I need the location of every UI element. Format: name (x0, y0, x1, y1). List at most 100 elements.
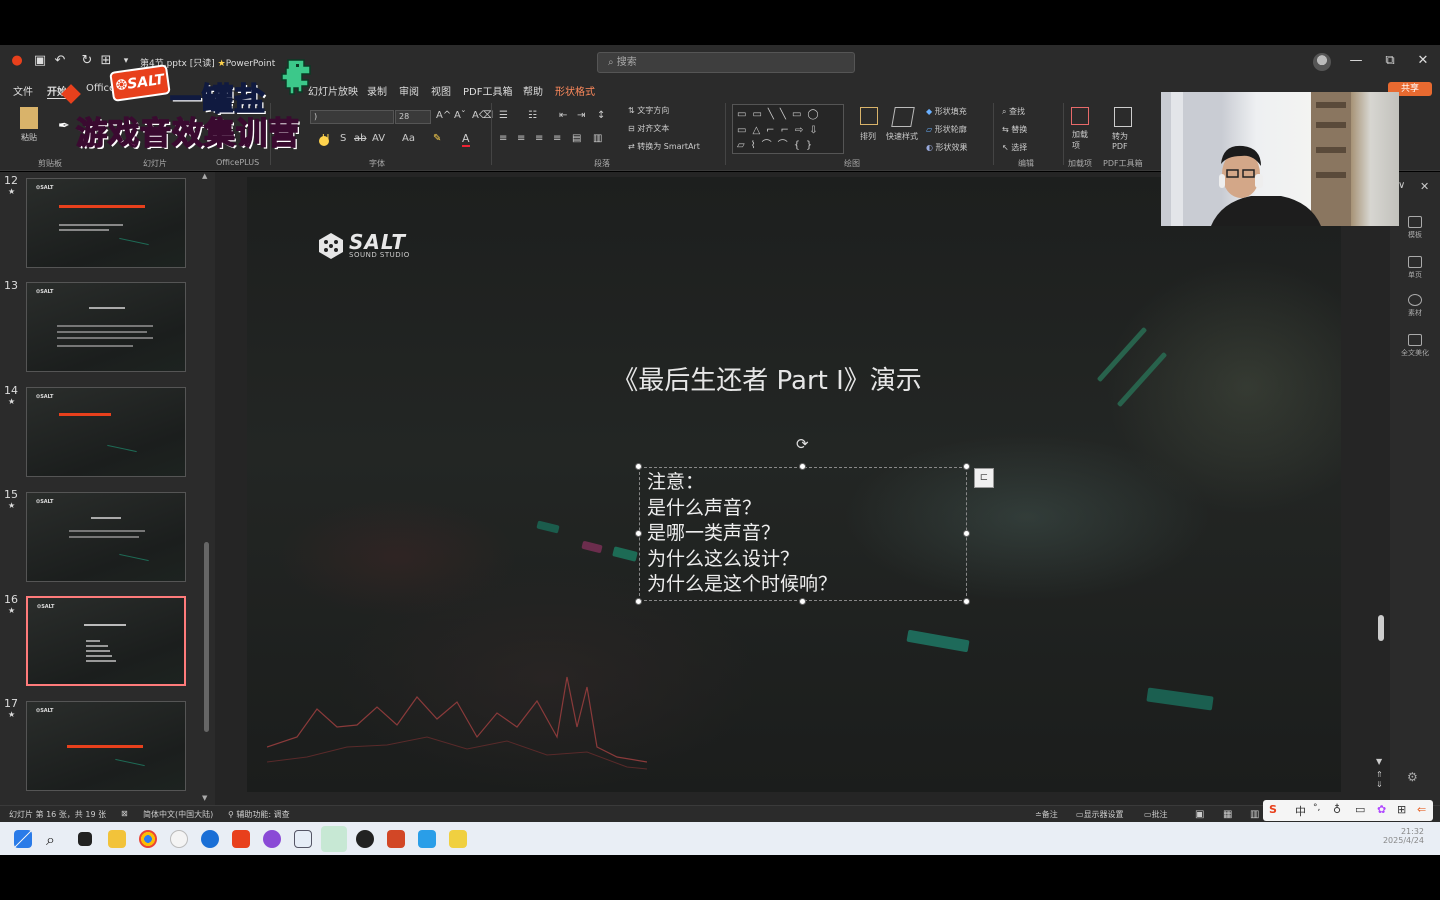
slide-title[interactable]: 《最后生还者 Part I》演示 (247, 360, 1287, 397)
line-spacing-icon[interactable]: ↕ (597, 110, 605, 121)
user-avatar[interactable] (1313, 53, 1331, 71)
app-icon[interactable] (170, 830, 188, 848)
comments-button[interactable]: ▭批注 (1144, 809, 1168, 820)
tab-pdf-toolbox[interactable]: PDF工具箱 (463, 83, 512, 98)
resize-handle[interactable] (963, 463, 970, 470)
text-box-content[interactable]: 注意： 是什么声音？ 是哪一类声音？ 为什么这么设计？ 为什么是这个时候响？ (647, 470, 837, 598)
canvas-scroll-thumb[interactable] (1378, 615, 1384, 641)
quick-styles-icon[interactable] (891, 107, 915, 127)
ime-toolbar[interactable]: S 中 °, ♁ ▭ ✿ ⊞ ⇐ (1263, 800, 1433, 821)
selected-text-box[interactable]: 注意： 是什么声音？ 是哪一类声音？ 为什么这么设计？ 为什么是这个时候响？ (639, 467, 967, 601)
undo-icon[interactable]: ↶ (52, 53, 68, 69)
bullets-icon[interactable]: ☰ (499, 110, 508, 121)
align-center-icon[interactable]: ≡ (517, 133, 525, 144)
present-icon[interactable]: ⊞ (98, 53, 114, 69)
search-icon[interactable]: ⌕ (46, 830, 64, 849)
scroll-down-icon[interactable]: ▼ (1376, 757, 1382, 766)
next-slide-icon[interactable]: ⇓ (1376, 780, 1383, 789)
shadow-icon[interactable]: S (340, 133, 346, 144)
skin-icon[interactable]: ✿ (1377, 803, 1386, 816)
tab-help[interactable]: 帮助 (523, 83, 543, 98)
paste-icon[interactable] (20, 107, 38, 129)
increase-indent-icon[interactable]: ⇥ (577, 110, 585, 121)
keyboard-icon[interactable]: ▭ (1355, 803, 1365, 816)
canvas-scrollbar[interactable]: ▼ ⇑ ⇓ (1376, 172, 1386, 805)
paste-button[interactable]: 粘贴 (21, 132, 37, 143)
slide-thumbnail-selected[interactable]: ❂SALT (26, 596, 186, 686)
slide-thumbnail[interactable]: ❂SALT (26, 178, 186, 268)
scroll-up-icon[interactable]: ▲ (202, 172, 207, 180)
shape-outline-button[interactable]: ▱ 形状轮廓 (926, 124, 967, 135)
char-spacing-icon[interactable]: AV (372, 133, 385, 144)
numbering-icon[interactable]: ☷ (528, 110, 537, 121)
tab-record[interactable]: 录制 (367, 83, 387, 98)
resize-handle[interactable] (635, 530, 642, 537)
slide-thumbnail[interactable]: ❂SALT (26, 701, 186, 791)
normal-view-icon[interactable]: ▣ (1195, 809, 1204, 820)
layout-options-icon[interactable]: ⊏ (974, 468, 994, 488)
resize-handle[interactable] (799, 463, 806, 470)
smartart-button[interactable]: ⇄ 转换为 SmartArt (628, 141, 700, 152)
align-left-icon[interactable]: ≡ (499, 133, 507, 144)
panel-item-single-page[interactable]: 单页 (1398, 256, 1432, 280)
wechat-icon[interactable] (321, 826, 347, 852)
shape-effects-button[interactable]: ◐ 形状效果 (926, 142, 968, 153)
chrome-icon[interactable] (139, 830, 157, 848)
reading-view-icon[interactable]: ▥ (1250, 809, 1259, 820)
powerpoint-taskbar-icon[interactable] (387, 830, 405, 848)
language-status[interactable]: 简体中文(中国大陆) (143, 809, 213, 820)
replace-button[interactable]: ⇆ 替换 (1002, 124, 1027, 135)
slide-thumbnail[interactable]: ❂SALT (26, 282, 186, 372)
decrease-indent-icon[interactable]: ⇤ (559, 110, 567, 121)
distributed-icon[interactable]: ▤ (572, 133, 581, 144)
notes-button[interactable]: ≐备注 (1035, 809, 1058, 820)
slide[interactable]: SALT SOUND STUDIO 《最后生还者 Part I》演示 ⟳ 注意：… (247, 177, 1341, 792)
slide-thumbnail[interactable]: ❂SALT (26, 492, 186, 582)
app-icon[interactable] (356, 830, 374, 848)
sogou-icon[interactable]: S (1269, 803, 1277, 816)
spellcheck-icon[interactable]: ⊠ (121, 809, 128, 818)
arrange-icon[interactable] (860, 107, 878, 125)
restore-icon[interactable]: ⧉ (1380, 53, 1400, 68)
addins-button[interactable]: 加载项 (1072, 129, 1090, 151)
display-settings-button[interactable]: ▭显示器设置 (1076, 809, 1124, 820)
prev-slide-icon[interactable]: ⇑ (1376, 770, 1383, 779)
minimize-icon[interactable]: — (1346, 53, 1366, 68)
app-icon[interactable] (449, 830, 467, 848)
toolbox-icon[interactable]: ⊞ (1397, 803, 1406, 816)
font-name-select[interactable]: ) (310, 110, 394, 124)
thumbnails-scrollbar[interactable]: ▲ ▼ (202, 172, 212, 805)
resize-handle[interactable] (799, 598, 806, 605)
settings-gear-icon[interactable]: ⚙ (1407, 770, 1418, 784)
tab-view[interactable]: 视图 (431, 83, 451, 98)
tab-file[interactable]: 文件 (13, 83, 33, 98)
shape-fill-button[interactable]: ◆ 形状填充 (926, 106, 967, 117)
arrange-button[interactable]: 排列 (860, 131, 876, 142)
rotate-handle-icon[interactable]: ⟳ (796, 435, 809, 453)
panel-item-beautify[interactable]: 全文美化 (1398, 334, 1432, 358)
close-icon[interactable]: ✕ (1413, 53, 1433, 68)
to-pdf-button[interactable]: 转为PDF (1112, 131, 1136, 151)
search-input[interactable]: ⌕ 搜索 (597, 52, 855, 73)
change-case-icon[interactable]: Aa (402, 133, 415, 144)
customize-qat-icon[interactable]: ▾ (118, 53, 134, 69)
app-icon[interactable] (294, 830, 312, 848)
more-icon[interactable]: ⇐ (1417, 803, 1426, 816)
text-direction-button[interactable]: ⇅ 文字方向 (628, 105, 669, 116)
highlight-icon[interactable]: ✎ (433, 133, 441, 144)
resize-handle[interactable] (635, 463, 642, 470)
clear-format-icon[interactable]: A⌫ (472, 110, 493, 121)
thumbnails-scroll-thumb[interactable] (204, 542, 209, 732)
shrink-font-icon[interactable]: Aˇ (454, 110, 466, 121)
close-panel-icon[interactable]: ✕ (1420, 180, 1429, 193)
columns-icon[interactable]: ▥ (593, 133, 602, 144)
sorter-view-icon[interactable]: ▦ (1223, 809, 1232, 820)
font-size-select[interactable]: 28 (395, 110, 431, 124)
file-explorer-icon[interactable] (108, 830, 126, 848)
resize-handle[interactable] (635, 598, 642, 605)
slide-thumbnail[interactable]: ❂SALT (26, 387, 186, 477)
app-icon[interactable] (201, 830, 219, 848)
windows-start-icon[interactable] (14, 830, 32, 848)
quick-styles-button[interactable]: 快速样式 (886, 131, 918, 142)
redo-icon[interactable]: ↻ (79, 53, 95, 69)
